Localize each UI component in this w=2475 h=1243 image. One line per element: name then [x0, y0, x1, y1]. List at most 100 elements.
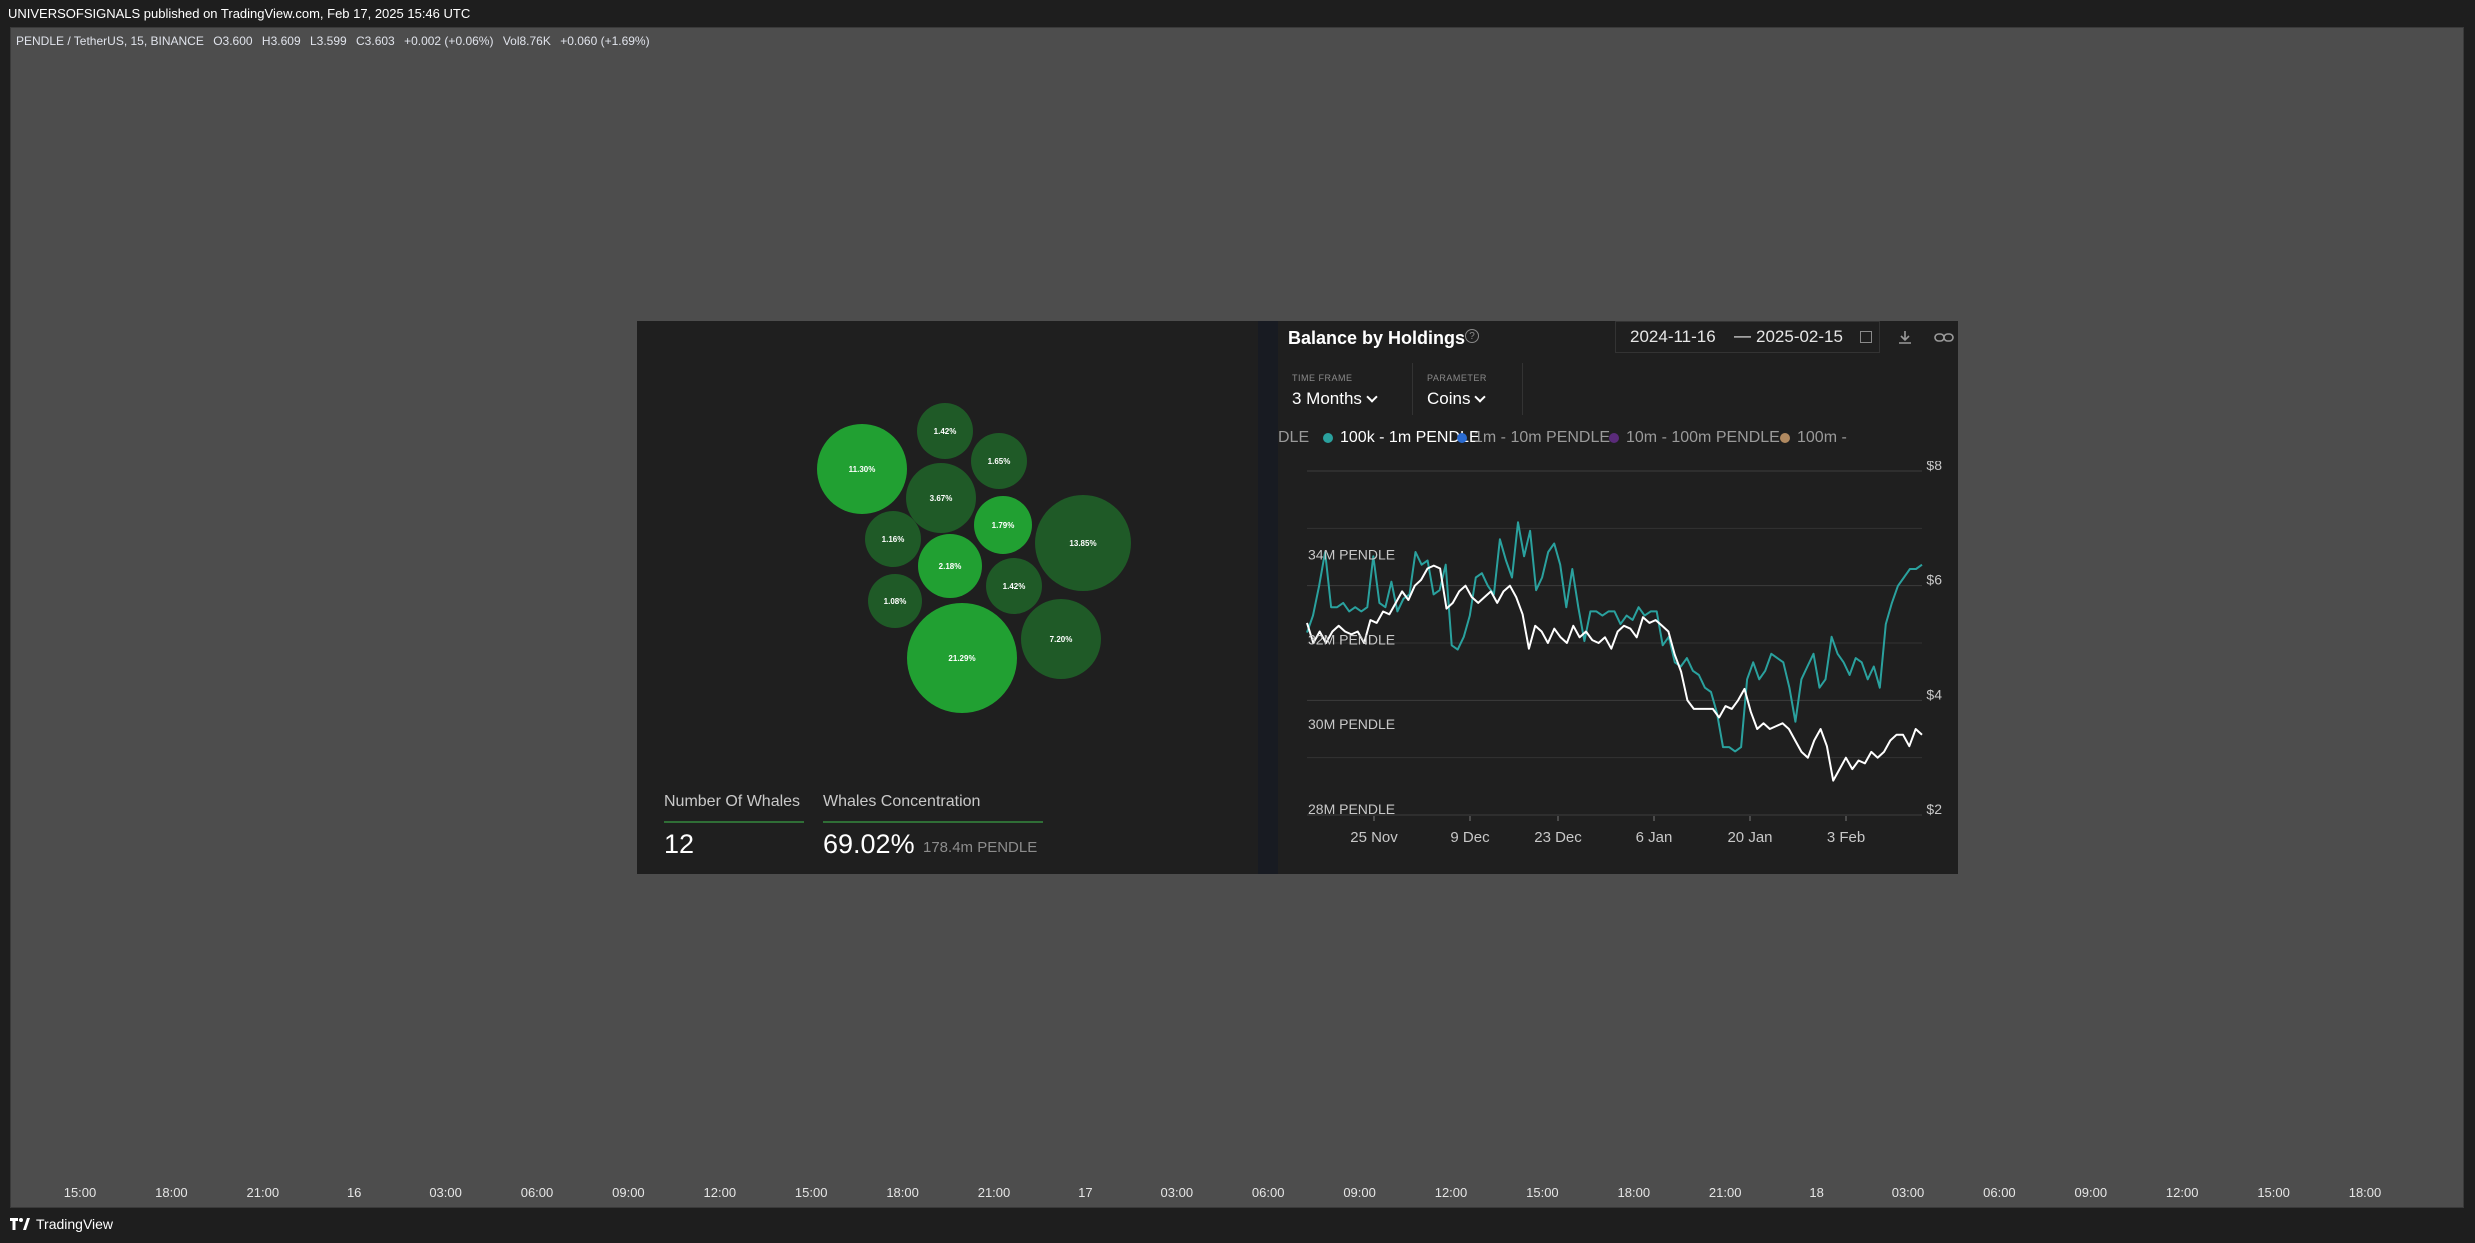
time-tick-label: 18:00	[155, 1185, 188, 1200]
time-frame-value: 3 Months	[1292, 389, 1378, 409]
x-axis-label: 23 Dec	[1534, 829, 1582, 846]
time-tick-label: 12:00	[703, 1185, 737, 1200]
time-tick-label: 09:00	[2074, 1185, 2108, 1200]
link-icon[interactable]	[1933, 329, 1955, 347]
legend-item[interactable]: 10m - 100m PENDLE	[1609, 429, 1780, 447]
whale-bubble-label: 7.20%	[1050, 635, 1073, 644]
symbol-info[interactable]: PENDLE / TetherUS, 15, BINANCE	[16, 34, 204, 48]
time-tick-label: 03:00	[1891, 1185, 1925, 1200]
time-tick-label: 03:00	[429, 1185, 462, 1200]
time-tick-label: 06:00	[1983, 1185, 2016, 1200]
whales-concentration-underline	[823, 821, 1043, 823]
open-value: O3.600	[213, 34, 253, 48]
tradingview-logo-icon	[10, 1218, 30, 1230]
whale-bubble-label: 2.18%	[939, 562, 962, 571]
whale-bubble-label: 1.42%	[1003, 582, 1026, 591]
parameter-selector[interactable]: PARAMETER Coins	[1413, 363, 1523, 415]
left-axis-label: 34M PENDLE	[1308, 546, 1395, 562]
publish-info: UNIVERSOFSIGNALS published on TradingVie…	[8, 6, 471, 21]
left-axis-label: 30M PENDLE	[1308, 716, 1395, 732]
date-separator: —	[1734, 326, 1751, 345]
time-tick-label: 18:00	[1617, 1185, 1651, 1200]
whale-bubble-label: 1.08%	[884, 597, 907, 606]
time-tick-label: 17	[1078, 1185, 1093, 1200]
x-axis-label: 20 Jan	[1727, 829, 1772, 846]
tradingview-brand[interactable]: TradingView	[10, 1216, 113, 1232]
whale-bubble-label: 1.16%	[882, 535, 905, 544]
balance-panel: Balance by Holdings ? 2024-11-16 — 2025-…	[1278, 321, 1958, 874]
time-tick-label: 15:00	[1526, 1185, 1559, 1200]
whale-bubble-label: 11.30%	[849, 465, 876, 474]
calendar-icon[interactable]	[1860, 331, 1872, 343]
legend-item[interactable]: 1m - 10m PENDLE	[1457, 429, 1610, 447]
whale-bubble-label: 1.42%	[934, 427, 957, 436]
time-tick-label: 12:00	[2165, 1185, 2199, 1200]
legend-item[interactable]: 100m -	[1780, 429, 1847, 447]
time-tick-label: 15:00	[794, 1185, 828, 1200]
whale-bubble-label: 1.65%	[988, 457, 1011, 466]
price-series-line[interactable]	[1306, 564, 1923, 782]
time-frame-label: TIME FRAME	[1292, 373, 1353, 383]
whales-count-label: Number Of Whales	[664, 793, 801, 810]
time-tick-label: 21:00	[977, 1185, 1011, 1200]
close-value: C3.603	[356, 34, 395, 48]
parameter-label: PARAMETER	[1427, 373, 1487, 383]
time-tick-label: 09:00	[612, 1185, 645, 1200]
legend-dot-icon	[1780, 433, 1790, 443]
x-axis-label: 9 Dec	[1450, 829, 1490, 846]
balance-title: Balance by Holdings	[1288, 328, 1466, 348]
volume-change-value: +0.060 (+1.69%)	[560, 34, 650, 48]
whale-bubble-label: 1.79%	[992, 521, 1015, 530]
time-tick-label: 21:00	[246, 1185, 280, 1200]
whale-bubble-chart: 11.30% 1.42% 1.65% 3.67% 1.16% 1.79% 13.85% 2.1…	[817, 403, 1131, 713]
whale-bubble-label: 13.85%	[1069, 539, 1096, 548]
panel-separator	[1258, 321, 1278, 874]
whale-bubble-label: 21.29%	[948, 654, 975, 663]
help-icon[interactable]: ?	[1465, 329, 1479, 343]
time-tick-label: 18	[1809, 1185, 1824, 1200]
time-tick-label: 18:00	[2348, 1185, 2382, 1200]
balance-line-chart[interactable]: 34M PENDLE 32M PENDLE 30M PENDLE 28M PENDLE…	[1278, 461, 1958, 874]
time-axis[interactable]: 15:00 18:00 21:00 16 03:00 06:00 09:00 12:00 15:…	[10, 1178, 2464, 1206]
date-to: 2025-02-15	[1756, 327, 1843, 346]
change-value: +0.002 (+0.06%)	[404, 34, 494, 48]
whales-count-underline	[664, 821, 804, 823]
time-tick-label: 15:00	[2257, 1185, 2290, 1200]
embedded-screenshot: 11.30% 1.42% 1.65% 3.67% 1.16% 1.79% 13.85% 2.1…	[637, 321, 1958, 874]
low-value: L3.599	[309, 34, 347, 48]
footer-bar	[0, 1208, 2475, 1243]
time-tick-label: 09:00	[1343, 1185, 1376, 1200]
series-legend: DLE 100k - 1m PENDLE 1m - 10m PENDLE 10m…	[1278, 429, 1958, 451]
right-axis-label: $6	[1926, 572, 1942, 588]
whales-count-value: 12	[664, 829, 695, 859]
x-axis-label: 6 Jan	[1636, 829, 1673, 846]
legend-dot-icon	[1609, 433, 1619, 443]
left-axis-label: 28M PENDLE	[1308, 801, 1395, 817]
date-from: 2024-11-16	[1630, 327, 1716, 346]
brand-label: TradingView	[36, 1216, 114, 1232]
right-axis-label: $2	[1926, 801, 1942, 817]
x-axis-label: 3 Feb	[1827, 829, 1865, 846]
time-tick-label: 21:00	[1708, 1185, 1742, 1200]
chevron-down-icon	[1366, 391, 1378, 403]
download-icon[interactable]	[1896, 329, 1914, 347]
date-range-picker[interactable]: 2024-11-16 — 2025-02-15	[1615, 321, 1880, 353]
left-axis-label: 32M PENDLE	[1308, 631, 1395, 647]
legend-dot-icon	[1323, 433, 1333, 443]
whales-concentration-value: 69.02%	[823, 829, 915, 859]
time-tick-label: 06:00	[520, 1185, 554, 1200]
publish-bar: UNIVERSOFSIGNALS published on TradingVie…	[0, 0, 2475, 27]
right-axis-label: $4	[1926, 686, 1942, 702]
chevron-down-icon	[1474, 391, 1487, 403]
teal-series-line[interactable]	[1306, 521, 1923, 753]
right-axis-label: $8	[1926, 461, 1942, 473]
ohlc-legend: PENDLE / TetherUS, 15, BINANCE O3.600 H3…	[16, 34, 656, 48]
time-tick-label: 18:00	[886, 1185, 919, 1200]
legend-item[interactable]: DLE	[1278, 429, 1309, 447]
volume-value: Vol8.76K	[502, 34, 551, 48]
whales-concentration-sub: 178.4m PENDLE	[923, 839, 1038, 856]
time-frame-selector[interactable]: TIME FRAME 3 Months	[1278, 363, 1413, 415]
time-tick-label: 12:00	[1434, 1185, 1468, 1200]
whale-bubble-label: 3.67%	[930, 494, 953, 503]
high-value: H3.609	[261, 34, 301, 48]
